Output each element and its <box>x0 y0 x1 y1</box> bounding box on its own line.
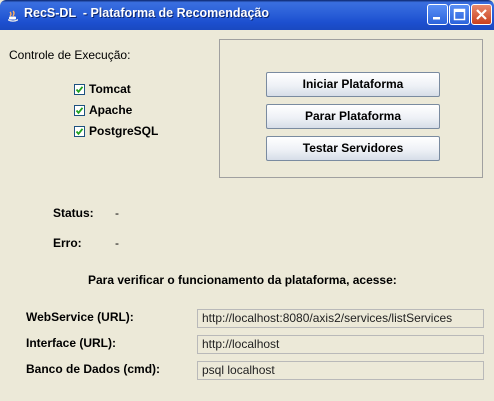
check-icon <box>75 107 84 115</box>
status-value: - <box>115 206 119 220</box>
close-button[interactable] <box>471 4 492 25</box>
error-value: - <box>115 236 119 250</box>
start-platform-button[interactable]: Iniciar Plataforma <box>266 72 440 97</box>
database-cmd-label: Banco de Dados (cmd): <box>26 362 161 376</box>
check-icon <box>75 86 84 94</box>
execution-control-heading: Controle de Execução: <box>9 48 131 62</box>
app-window: RecS-DL - Plataforma de Recomendação Con… <box>0 0 494 401</box>
close-icon <box>476 9 487 20</box>
database-cmd-field[interactable]: psql localhost <box>197 361 484 380</box>
title-bar[interactable]: RecS-DL - Plataforma de Recomendação <box>0 0 494 30</box>
minimize-button[interactable] <box>427 4 448 25</box>
interface-url-field[interactable]: http://localhost <box>197 335 484 354</box>
status-label: Status: <box>53 206 94 220</box>
info-message: Para verificar o funcionamento da plataf… <box>88 273 397 287</box>
webservice-url-field[interactable]: http://localhost:8080/axis2/services/lis… <box>197 309 484 328</box>
window-title: RecS-DL - Plataforma de Recomendação <box>24 6 269 20</box>
java-app-icon <box>6 8 20 22</box>
test-servers-button[interactable]: Testar Servidores <box>266 136 440 161</box>
webservice-url-label: WebService (URL): <box>26 310 134 324</box>
apache-checkbox[interactable] <box>74 105 85 116</box>
maximize-icon <box>453 8 466 21</box>
maximize-button[interactable] <box>449 4 470 25</box>
postgresql-checkbox[interactable] <box>74 126 85 137</box>
check-icon <box>75 128 84 136</box>
stop-platform-button[interactable]: Parar Plataforma <box>266 104 440 129</box>
interface-url-label: Interface (URL): <box>26 336 117 350</box>
error-label: Erro: <box>53 236 82 250</box>
tomcat-checkbox[interactable] <box>74 84 85 95</box>
minimize-icon <box>433 17 440 20</box>
apache-label[interactable]: Apache <box>89 103 132 117</box>
postgresql-label[interactable]: PostgreSQL <box>89 124 158 138</box>
tomcat-label[interactable]: Tomcat <box>89 82 131 96</box>
